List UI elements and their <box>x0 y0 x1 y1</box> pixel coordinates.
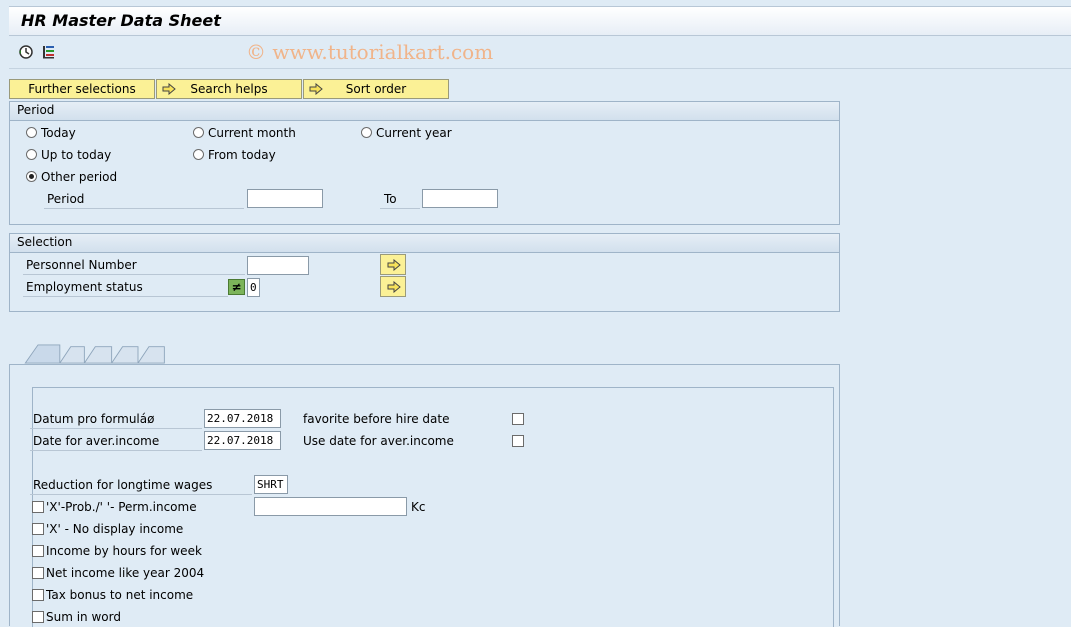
divider <box>30 494 252 495</box>
favorite-checkbox[interactable] <box>512 413 524 425</box>
divider <box>23 296 228 297</box>
reduction-input[interactable]: SHRT <box>254 475 288 494</box>
perm-income-label: 'X'-Prob./' '- Perm.income <box>46 500 197 514</box>
divider <box>380 208 420 209</box>
further-selections-label: Further selections <box>28 82 136 96</box>
page-title: HR Master Data Sheet <box>21 11 221 30</box>
sort-order-label: Sort order <box>345 82 407 96</box>
radio-from-today[interactable] <box>193 149 204 160</box>
period-from-input[interactable] <box>247 189 323 208</box>
divider <box>30 450 202 451</box>
radio-today-label: Today <box>41 126 76 140</box>
arrow-right-icon <box>162 82 176 101</box>
period-to-label: To <box>384 192 397 206</box>
no-display-income-checkbox[interactable] <box>32 523 44 535</box>
further-selections-button[interactable]: Further selections <box>9 79 155 99</box>
sum-in-word-checkbox[interactable] <box>32 611 44 623</box>
selection-group: Selection <box>9 233 840 312</box>
arrow-right-icon <box>387 281 401 293</box>
net-income-2004-label: Net income like year 2004 <box>46 566 205 580</box>
selection-option-not-equal-icon[interactable]: ≠ <box>228 279 245 295</box>
radio-current-month[interactable] <box>193 127 204 138</box>
title-bar: HR Master Data Sheet <box>9 6 1071 36</box>
aver-date-input[interactable]: 22.07.2018 <box>204 431 281 450</box>
tab-panel <box>9 364 840 627</box>
divider <box>44 208 244 209</box>
radio-up-to-today[interactable] <box>26 149 37 160</box>
radio-from-today-label: From today <box>208 148 276 162</box>
reduction-label: Reduction for longtime wages <box>33 478 213 492</box>
personnel-number-input[interactable] <box>247 256 309 275</box>
personnel-number-multiple-selection-button[interactable] <box>380 254 406 275</box>
radio-current-month-label: Current month <box>208 126 296 140</box>
perm-income-input[interactable] <box>254 497 407 516</box>
tab-3 <box>83 346 113 364</box>
currency-label: Kc <box>411 500 426 514</box>
watermark: © www.tutorialkart.com <box>246 40 494 64</box>
net-income-2004-checkbox[interactable] <box>32 567 44 579</box>
income-by-hours-label: Income by hours for week <box>46 544 202 558</box>
employment-status-multiple-selection-button[interactable] <box>380 276 406 297</box>
divider <box>23 274 245 275</box>
employment-status-input[interactable]: 0 <box>247 278 260 297</box>
sort-order-button[interactable]: Sort order <box>303 79 449 99</box>
favorite-label: favorite before hire date <box>303 412 450 426</box>
period-to-input[interactable] <box>422 189 498 208</box>
radio-up-to-today-label: Up to today <box>41 148 112 162</box>
radio-current-year[interactable] <box>361 127 372 138</box>
sum-in-word-label: Sum in word <box>46 610 121 624</box>
datum-label: Datum pro formuláø <box>33 412 155 426</box>
arrow-right-icon <box>309 82 323 101</box>
arrow-right-icon <box>387 259 401 271</box>
radio-other-period[interactable] <box>26 171 37 182</box>
tab-strip <box>24 344 165 364</box>
radio-current-year-label: Current year <box>376 126 452 140</box>
use-date-checkbox[interactable] <box>512 435 524 447</box>
aver-date-label: Date for aver.income <box>33 434 160 448</box>
tab-1 <box>24 344 61 364</box>
tab-4 <box>110 346 139 364</box>
variant-icon[interactable] <box>41 44 57 60</box>
personnel-number-label: Personnel Number <box>26 258 137 272</box>
tab-5 <box>137 346 165 364</box>
application-toolbar <box>9 36 1071 69</box>
tab-2 <box>58 346 85 364</box>
use-date-label: Use date for aver.income <box>303 434 454 448</box>
employment-status-label: Employment status <box>26 280 143 294</box>
search-helps-button[interactable]: Search helps <box>156 79 302 99</box>
divider <box>30 428 202 429</box>
selection-group-header: Selection <box>10 234 839 253</box>
income-by-hours-checkbox[interactable] <box>32 545 44 557</box>
tax-bonus-label: Tax bonus to net income <box>46 588 194 602</box>
search-helps-label: Search helps <box>190 82 268 96</box>
datum-input[interactable]: 22.07.2018 <box>204 409 281 428</box>
period-group-header: Period <box>10 102 839 121</box>
radio-today[interactable] <box>26 127 37 138</box>
radio-other-period-label: Other period <box>41 170 118 184</box>
no-display-income-label: 'X' - No display income <box>46 522 184 536</box>
perm-income-checkbox[interactable] <box>32 501 44 513</box>
tax-bonus-checkbox[interactable] <box>32 589 44 601</box>
period-label: Period <box>47 192 85 206</box>
execute-clock-icon[interactable] <box>18 44 34 60</box>
